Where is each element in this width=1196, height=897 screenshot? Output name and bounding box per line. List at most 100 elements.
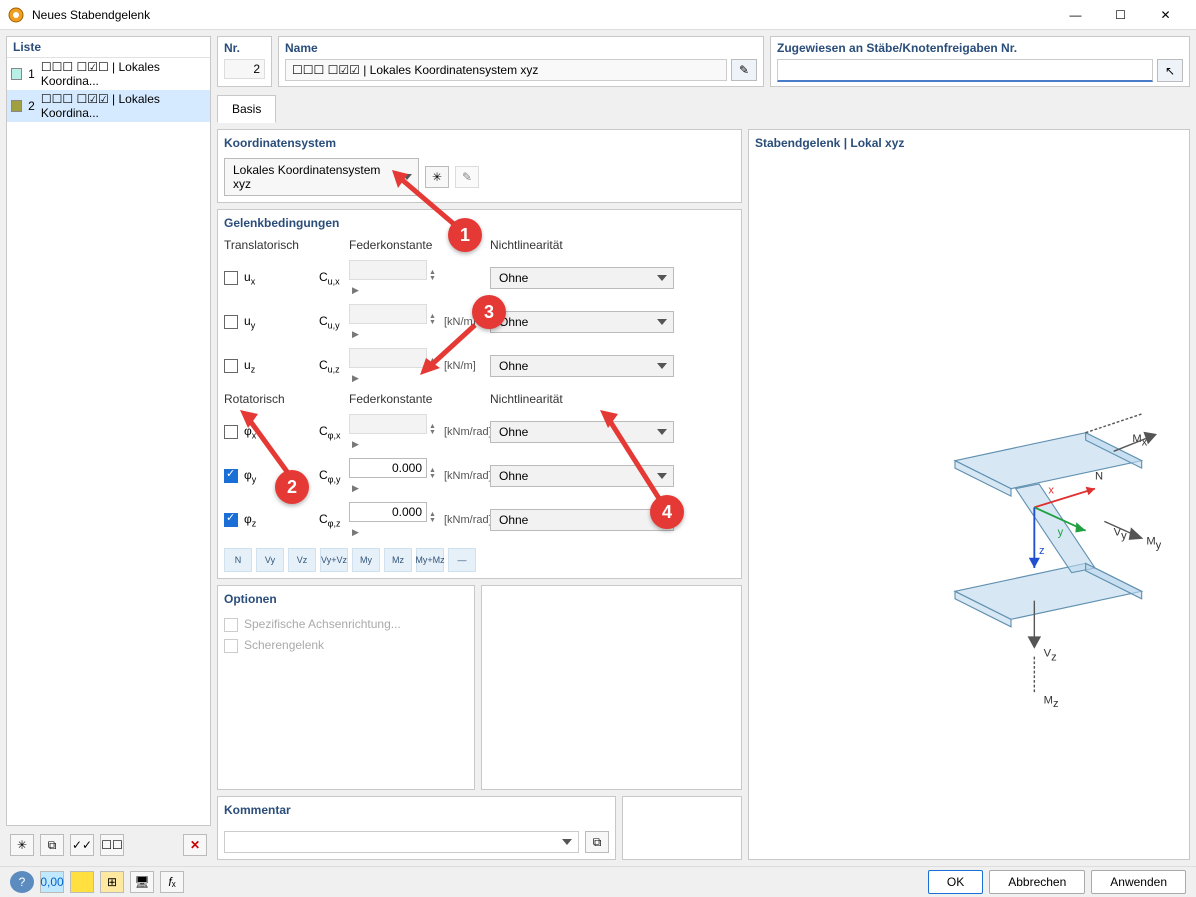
preset-vy[interactable]: Vy: [256, 548, 284, 572]
phiz-c-label: Cφ,z: [319, 512, 349, 528]
annotation-3: 3: [472, 295, 506, 329]
preview-graphic: x y z Mx N Vy My Vz: [899, 386, 1179, 759]
uy-c-label: Cu,y: [319, 314, 349, 330]
phiy-checkbox[interactable]: [224, 469, 238, 483]
ok-button[interactable]: OK: [928, 870, 983, 894]
phiz-spring-input[interactable]: [349, 502, 427, 522]
tab-basis[interactable]: Basis: [217, 95, 276, 123]
phiz-nl-combo[interactable]: Ohne: [490, 509, 674, 531]
ux-c-label: Cu,x: [319, 270, 349, 286]
titlebar: Neues Stabendgelenk — ☐ ✕: [0, 0, 1196, 30]
maximize-button[interactable]: ☐: [1098, 0, 1143, 30]
list-item-num: 2: [28, 99, 35, 113]
layout-button[interactable]: ⊞: [100, 871, 124, 893]
check-all-button[interactable]: ✓✓: [70, 834, 94, 856]
preset-vyvz[interactable]: Vy+Vz: [320, 548, 348, 572]
uy-nl-combo[interactable]: Ohne: [490, 311, 674, 333]
preview-panel: Stabendgelenk | Lokal xyz: [748, 129, 1190, 860]
apply-button[interactable]: Anwenden: [1091, 870, 1186, 894]
preview-title: Stabendgelenk | Lokal xyz: [755, 136, 1183, 150]
minimize-button[interactable]: —: [1053, 0, 1098, 30]
list-item-label: ☐☐☐ ☐☑☐ | Lokales Koordina...: [41, 60, 206, 88]
uy-checkbox[interactable]: [224, 315, 238, 329]
annotation-1: 1: [448, 218, 482, 252]
uncheck-all-button[interactable]: ☐☐: [100, 834, 124, 856]
ux-spring-input: [349, 260, 427, 280]
svg-text:z: z: [1039, 545, 1045, 557]
list-header: Liste: [7, 37, 210, 58]
comment-header: Kommentar: [224, 803, 609, 817]
uz-nl-combo[interactable]: Ohne: [490, 355, 674, 377]
display-button[interactable]: 🖥: [130, 871, 154, 893]
phiy-c-label: Cφ,y: [319, 468, 349, 484]
comment-combo[interactable]: [224, 831, 579, 853]
preset-n[interactable]: N: [224, 548, 252, 572]
preset-mymz[interactable]: My+Mz: [416, 548, 444, 572]
list-item[interactable]: 1 ☐☐☐ ☐☑☐ | Lokales Koordina...: [7, 58, 210, 90]
list-item-num: 1: [28, 67, 35, 81]
edit-name-button[interactable]: ✎: [731, 59, 757, 81]
opt-scissor-label: Scherengelenk: [244, 638, 324, 652]
hinge-preset-icons: N Vy Vz Vy+Vz My Mz My+Mz —: [224, 548, 735, 572]
preset-mz[interactable]: Mz: [384, 548, 412, 572]
opt-scissor-checkbox[interactable]: [224, 639, 238, 653]
color-button[interactable]: [70, 871, 94, 893]
phix-checkbox[interactable]: [224, 425, 238, 439]
spring-header2: Federkonstante: [349, 392, 490, 406]
coordsys-header: Koordinatensystem: [224, 136, 735, 150]
close-button[interactable]: ✕: [1143, 0, 1188, 30]
phiy-spring-input[interactable]: [349, 458, 427, 478]
uy-spring-input: [349, 304, 427, 324]
nl-header2: Nichtlinearität: [490, 392, 735, 406]
ux-checkbox[interactable]: [224, 271, 238, 285]
phix-spring-input: [349, 414, 427, 434]
options-panel: Optionen Spezifische Achsenrichtung... S…: [217, 585, 475, 790]
blank-panel-2: [622, 796, 742, 860]
cancel-button[interactable]: Abbrechen: [989, 870, 1085, 894]
delete-item-button[interactable]: ✕: [183, 834, 207, 856]
blank-panel: [481, 585, 742, 790]
ux-nl-combo[interactable]: Ohne: [490, 267, 674, 289]
preset-clear[interactable]: —: [448, 548, 476, 572]
svg-text:Mz: Mz: [1044, 694, 1059, 710]
new-item-button[interactable]: ✳: [10, 834, 34, 856]
list-item[interactable]: 2 ☐☐☐ ☐☑☑ | Lokales Koordina...: [7, 90, 210, 122]
svg-text:N: N: [1095, 470, 1103, 482]
preset-my[interactable]: My: [352, 548, 380, 572]
phiz-checkbox[interactable]: [224, 513, 238, 527]
color-swatch: [11, 68, 22, 80]
units-button[interactable]: 0,00: [40, 871, 64, 893]
assigned-label: Zugewiesen an Stäbe/Knotenfreigaben Nr.: [777, 41, 1183, 55]
help-button[interactable]: ?: [10, 871, 34, 893]
uz-checkbox[interactable]: [224, 359, 238, 373]
svg-text:Vz: Vz: [1044, 647, 1057, 663]
phix-c-label: Cφ,x: [319, 424, 349, 440]
copy-item-button[interactable]: ⧉: [40, 834, 64, 856]
svg-text:y: y: [1058, 526, 1064, 538]
list-toolbar: ✳ ⧉ ✓✓ ☐☐ ✕: [6, 830, 211, 860]
rot-header: Rotatorisch: [224, 392, 319, 406]
options-header: Optionen: [224, 592, 468, 606]
comment-library-button[interactable]: ⧉: [585, 831, 609, 853]
name-label: Name: [285, 41, 757, 55]
opt-axis-checkbox[interactable]: [224, 618, 238, 632]
phiy-unit: [kNm/rad]: [444, 470, 490, 482]
phix-unit: [kNm/rad]: [444, 426, 490, 438]
uz-spring-input: [349, 348, 427, 368]
pick-members-button[interactable]: ↖: [1157, 59, 1183, 82]
trans-header: Translatorisch: [224, 238, 319, 252]
opt-axis-label: Spezifische Achsenrichtung...: [244, 617, 401, 631]
app-icon: [8, 7, 24, 23]
svg-text:x: x: [1048, 484, 1054, 496]
preset-vz[interactable]: Vz: [288, 548, 316, 572]
list-item-label: ☐☐☐ ☐☑☑ | Lokales Koordina...: [41, 92, 206, 120]
function-button[interactable]: fₓ: [160, 871, 184, 893]
nr-input[interactable]: [224, 59, 265, 79]
color-swatch: [11, 100, 22, 112]
assigned-input[interactable]: [777, 59, 1153, 82]
name-input[interactable]: [285, 59, 727, 81]
nl-header: Nichtlinearität: [490, 238, 735, 252]
annotation-2: 2: [275, 470, 309, 504]
phiz-unit: [kNm/rad]: [444, 514, 490, 526]
annotation-4: 4: [650, 495, 684, 529]
